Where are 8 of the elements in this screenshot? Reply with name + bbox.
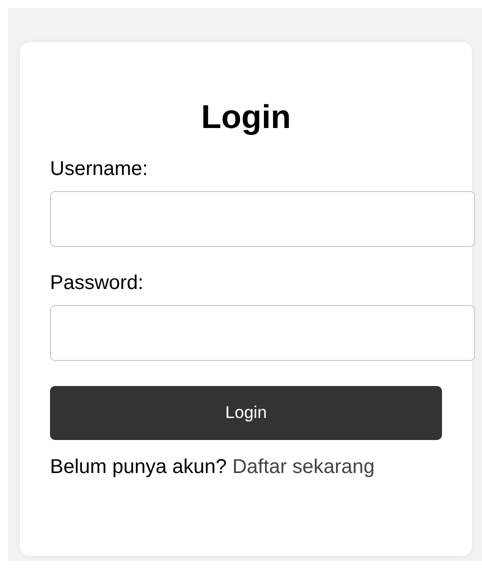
field-label: Username: — [50, 158, 148, 181]
login-button[interactable]: Login — [50, 386, 442, 440]
input-field[interactable] — [50, 305, 475, 361]
login-title: Login — [200, 98, 292, 136]
input-field[interactable] — [50, 191, 475, 247]
signup-link[interactable]: Daftar sekarang — [232, 456, 375, 478]
field-label: Password: — [50, 272, 144, 295]
signup-prompt: Belum punya akun? — [50, 456, 227, 478]
